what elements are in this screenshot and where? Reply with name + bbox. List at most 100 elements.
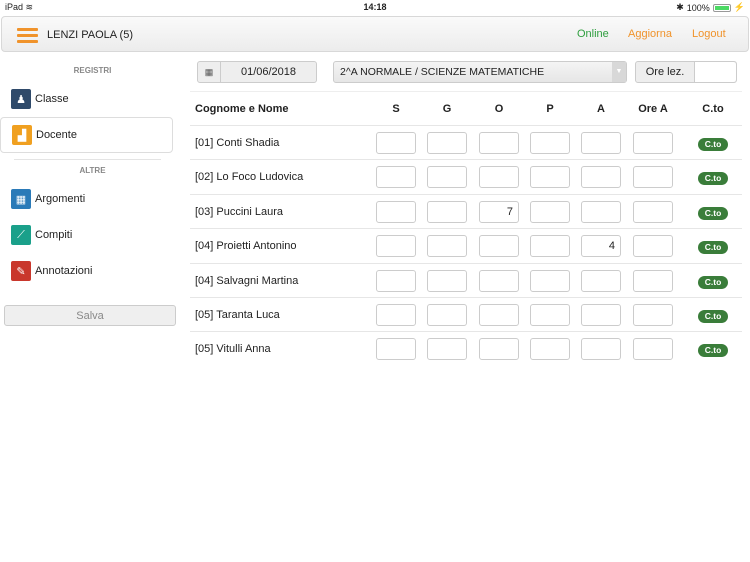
class-icon: ♟ [11, 89, 31, 109]
field-o[interactable] [479, 303, 519, 326]
field-a[interactable]: 4 [581, 235, 621, 258]
student-name: [05] Taranta Luca [195, 308, 280, 321]
sidebar-item-label: Docente [36, 129, 77, 141]
student-name: [04] Salvagni Martina [195, 274, 299, 287]
field-g[interactable] [427, 269, 467, 292]
field-o[interactable] [479, 338, 519, 361]
bluetooth-icon: ✱ [676, 2, 684, 12]
field-a[interactable] [581, 269, 621, 292]
app-header: LENZI PAOLA (5) Online Aggiorna Logout [1, 16, 749, 52]
header-name: Cognome e Nome [195, 103, 289, 115]
battery-percent: 100% [686, 2, 710, 13]
field-a[interactable] [581, 166, 621, 189]
field-g[interactable] [427, 303, 467, 326]
sidebar-item-label: Compiti [35, 229, 73, 241]
cto-button[interactable]: C.to [698, 138, 728, 151]
field-orea[interactable] [633, 132, 673, 154]
battery-status: ✱ 100% ⚡ [676, 2, 745, 13]
field-orea[interactable] [633, 166, 673, 189]
ore-lezione-input[interactable] [694, 62, 736, 82]
field-o[interactable] [479, 132, 519, 154]
field-g[interactable] [427, 166, 467, 189]
field-p[interactable] [530, 200, 570, 223]
ore-lezione-field: Ore lez. [635, 61, 737, 83]
field-s[interactable] [376, 235, 416, 258]
header-cto: C.to [702, 103, 724, 115]
table-row: [04] Salvagni Martina C.to [190, 262, 742, 297]
field-s[interactable] [376, 200, 416, 223]
sidebar-item-annotazioni[interactable]: ✎ Annotazioni [0, 253, 185, 289]
user-title: LENZI PAOLA (5) [47, 29, 133, 41]
field-orea[interactable] [633, 200, 673, 223]
date-picker[interactable]: ▦ 01/06/2018 [197, 61, 317, 83]
battery-icon [712, 3, 731, 12]
header-ore-a: Ore A [638, 103, 668, 115]
field-a[interactable] [581, 132, 621, 154]
cto-button[interactable]: C.to [698, 206, 728, 220]
field-p[interactable] [530, 303, 570, 326]
cto-button[interactable]: C.to [698, 309, 728, 323]
field-s[interactable] [376, 303, 416, 326]
field-o[interactable] [479, 166, 519, 189]
field-orea[interactable] [633, 338, 673, 361]
sidebar-item-classe[interactable]: ♟ Classe [0, 81, 185, 117]
field-a[interactable] [581, 200, 621, 223]
field-orea[interactable] [633, 269, 673, 292]
field-orea[interactable] [633, 235, 673, 258]
field-s[interactable] [376, 338, 416, 361]
refresh-link[interactable]: Aggiorna [628, 28, 672, 40]
student-name: [02] Lo Foco Ludovica [195, 171, 304, 184]
table-row: [05] Vitulli Anna C.to [190, 331, 742, 365]
table-body: [01] Conti Shadia C.to [02] Lo Foco Ludovi… [190, 125, 742, 366]
header-g: G [442, 103, 452, 115]
field-g[interactable] [427, 338, 467, 361]
notes-icon: ✎ [11, 261, 31, 281]
field-g[interactable] [427, 200, 467, 223]
field-a[interactable] [581, 303, 621, 326]
field-p[interactable] [530, 269, 570, 292]
field-o[interactable] [479, 269, 519, 292]
sidebar-item-compiti[interactable]: ⟋ Compiti [0, 217, 185, 253]
clock: 14:18 [363, 2, 387, 12]
field-p[interactable] [530, 235, 570, 258]
table-row: [05] Taranta Luca C.to [190, 296, 742, 331]
field-orea[interactable] [633, 303, 673, 326]
date-value: 01/06/2018 [240, 66, 297, 78]
table-row: [03] Puccini Laura 7 C.to [190, 193, 742, 228]
table-row: [01] Conti Shadia C.to [190, 125, 742, 159]
cto-button[interactable]: C.to [698, 172, 728, 186]
attendance-table: Cognome e Nome S G O P A Ore A C.to [01]… [190, 91, 742, 366]
field-p[interactable] [530, 132, 570, 154]
student-name: [01] Conti Shadia [195, 137, 280, 149]
logout-link[interactable]: Logout [692, 28, 726, 40]
cto-button[interactable]: C.to [698, 241, 728, 255]
field-o[interactable]: 7 [479, 200, 519, 223]
cto-button[interactable]: C.to [698, 344, 728, 358]
sidebar-item-label: Annotazioni [35, 265, 93, 277]
calendar-icon[interactable]: ▦ [198, 62, 221, 82]
section-registri: REGISTRI [73, 66, 112, 75]
field-g[interactable] [427, 235, 467, 258]
topics-icon: ▦ [11, 189, 31, 209]
field-o[interactable] [479, 235, 519, 258]
menu-icon[interactable] [17, 28, 38, 43]
cto-button[interactable]: C.to [698, 275, 728, 289]
header-s: S [392, 103, 400, 115]
charging-icon: ⚡ [733, 2, 745, 12]
field-a[interactable] [581, 338, 621, 361]
class-select[interactable]: 2^A NORMALE / SCIENZE MATEMATICHE ▼ [333, 61, 627, 83]
status-bar: iPad ≋ 14:18 ✱ 100% ⚡ [0, 0, 750, 15]
sidebar-item-argomenti[interactable]: ▦ Argomenti [0, 181, 185, 217]
sidebar-item-docente[interactable]: ▟ Docente [0, 117, 173, 153]
field-s[interactable] [376, 166, 416, 189]
ore-lezione-label: Ore lez. [645, 66, 685, 78]
field-p[interactable] [530, 166, 570, 189]
save-button[interactable]: Salva [4, 305, 176, 326]
sidebar-item-label: Argomenti [35, 193, 86, 205]
field-s[interactable] [376, 269, 416, 292]
field-p[interactable] [530, 338, 570, 361]
field-g[interactable] [427, 132, 467, 154]
field-s[interactable] [376, 132, 416, 154]
online-status: Online [577, 28, 609, 40]
table-row: [04] Proietti Antonino 4 C.to [190, 228, 742, 262]
